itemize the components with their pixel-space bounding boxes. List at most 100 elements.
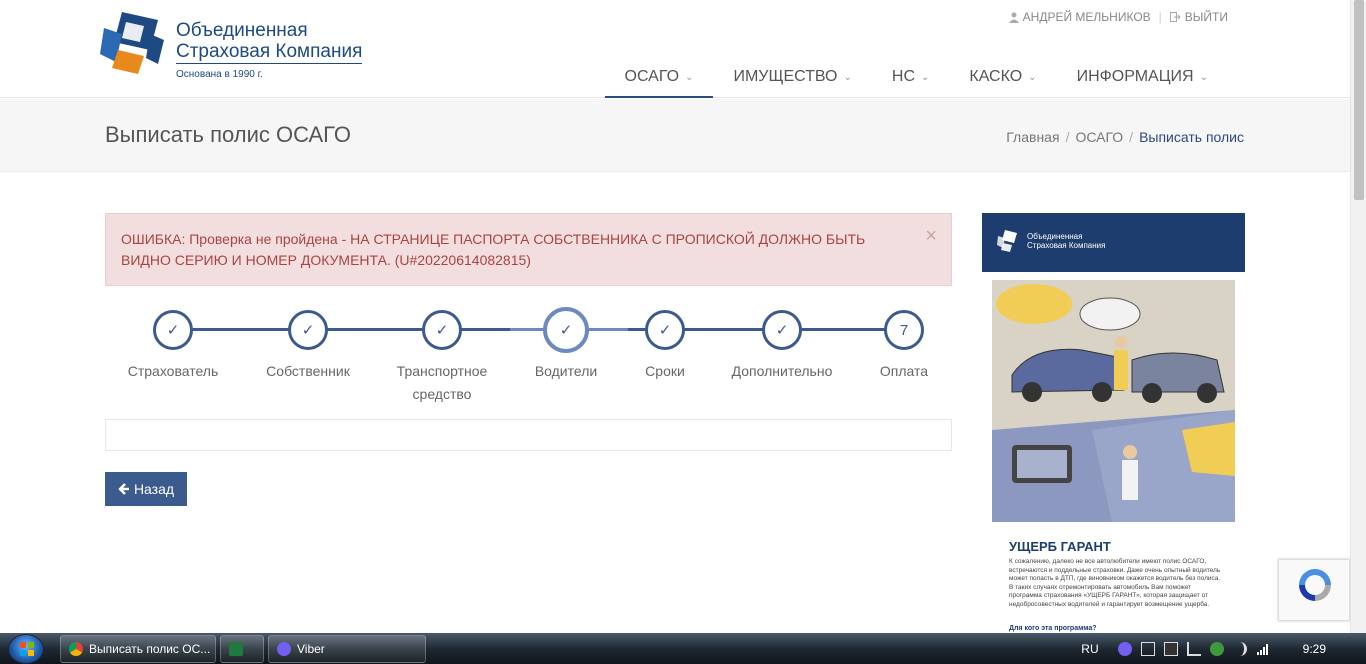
step-label: Транспортное средство xyxy=(396,363,488,402)
step-vehicle[interactable]: ✓ Транспортное средство xyxy=(377,308,507,406)
ad-logo-text: Объединенная Страховая Компания xyxy=(1027,232,1105,250)
back-button-label: Назад xyxy=(133,481,175,497)
breadcrumb-home[interactable]: Главная xyxy=(1006,129,1059,145)
recaptcha-badge[interactable] xyxy=(1278,559,1350,621)
excel-icon xyxy=(229,642,243,656)
arrow-left-icon xyxy=(118,483,129,495)
close-icon[interactable]: × xyxy=(925,226,937,247)
network-icon[interactable] xyxy=(1209,641,1224,656)
viber-tray-icon[interactable] xyxy=(1117,641,1132,656)
logo-underline xyxy=(176,63,362,64)
check-icon: ✓ xyxy=(762,310,802,350)
nav-item-osago[interactable]: ОСАГО ⌄ xyxy=(604,60,714,98)
page-title: Выписать полис ОСАГО xyxy=(105,122,351,147)
page-title-bar: Выписать полис ОСАГО Главная / ОСАГО / В… xyxy=(0,99,1350,172)
taskbar-item-viber[interactable]: Viber xyxy=(268,635,426,663)
step-payment[interactable]: 7 Оплата xyxy=(839,308,969,383)
breadcrumb-section[interactable]: ОСАГО xyxy=(1075,129,1123,145)
logo-founded: Основана в 1990 г. xyxy=(176,69,263,80)
logo-line-1: Объединенная xyxy=(176,20,308,41)
page-scrollbar[interactable] xyxy=(1350,0,1366,633)
step-additional[interactable]: ✓ Дополнительно xyxy=(717,308,847,383)
nav-item-property[interactable]: ИМУЩЕСТВО ⌄ xyxy=(713,60,871,98)
ad-link[interactable]: Для кого эта программа? xyxy=(1009,625,1097,632)
check-icon: ✓ xyxy=(153,310,193,350)
step-owner[interactable]: ✓ Собственник xyxy=(243,308,373,383)
nav-item-label: НС xyxy=(891,68,915,85)
logout-label: ВЫЙТИ xyxy=(1184,10,1228,24)
system-tray: RU 9:29 xyxy=(1081,633,1366,664)
viber-icon xyxy=(277,642,291,656)
error-alert: ОШИБКА: Проверка не пройдена - НА СТРАНИ… xyxy=(105,213,952,286)
user-bar: АНДРЕЙ МЕЛЬНИКОВ | ВЫЙТИ xyxy=(1008,10,1228,24)
windows-logo-icon xyxy=(20,642,34,656)
logo-cube-icon xyxy=(997,230,1017,252)
chevron-down-icon: ⌄ xyxy=(1199,72,1208,83)
step-label: Сроки xyxy=(645,363,685,379)
chevron-down-icon: ⌄ xyxy=(921,72,930,83)
breadcrumb-separator: / xyxy=(1065,129,1070,145)
logo-cube-icon xyxy=(100,12,164,74)
sidebar-ad[interactable]: Объединенная Страховая Компания УЩЕРБ ГА… xyxy=(982,213,1245,633)
user-name: АНДРЕЙ МЕЛЬНИКОВ xyxy=(1022,10,1151,24)
nav-item-label: ИМУЩЕСТВО xyxy=(733,68,838,85)
start-button[interactable] xyxy=(8,634,44,664)
logout-icon xyxy=(1169,12,1181,22)
nav-item-label: ОСАГО xyxy=(624,68,680,85)
ad-logo-line-1: Объединенная xyxy=(1027,232,1083,241)
step-label: Страхователь xyxy=(127,363,219,379)
breadcrumb: Главная / ОСАГО / Выписать полис xyxy=(1006,129,1244,145)
main-nav: ОСАГО ⌄ ИМУЩЕСТВО ⌄ НС ⌄ КАСКО ⌄ ИНФОРМА… xyxy=(604,60,1228,98)
form-panel xyxy=(105,419,952,451)
chrome-icon xyxy=(69,642,83,656)
clipboard-icon[interactable] xyxy=(1140,641,1155,656)
chevron-down-icon: ⌄ xyxy=(685,72,694,83)
check-icon: ✓ xyxy=(288,310,328,350)
step-terms[interactable]: ✓ Сроки xyxy=(600,308,730,383)
step-insurer[interactable]: ✓ Страхователь xyxy=(108,308,238,383)
wizard-steps: ✓ Страхователь ✓ Собственник ✓ Транспорт… xyxy=(105,307,952,408)
back-button[interactable]: Назад xyxy=(105,472,187,506)
nav-item-kasko[interactable]: КАСКО ⌄ xyxy=(949,60,1056,98)
scrollbar-thumb[interactable] xyxy=(1354,0,1364,200)
site-header: Объединенная Страховая Компания Основана… xyxy=(0,0,1350,98)
logout-link[interactable]: ВЫЙТИ xyxy=(1169,10,1228,24)
logo-line-2: Страховая Компания xyxy=(176,41,363,62)
check-icon: ✓ xyxy=(422,310,462,350)
company-logo[interactable]: Объединенная Страховая Компания Основана… xyxy=(100,10,370,80)
ad-logo-line-2: Страховая Компания xyxy=(1027,241,1106,250)
check-icon: ✓ xyxy=(645,310,685,350)
nav-item-label: КАСКО xyxy=(969,68,1023,85)
ad-illustration xyxy=(992,280,1235,522)
user-icon xyxy=(1008,12,1019,23)
taskbar-item-excel[interactable] xyxy=(220,635,264,663)
error-alert-text: ОШИБКА: Проверка не пройдена - НА СТРАНИ… xyxy=(121,231,866,268)
ad-text: К сожалению, далеко не все автолюбители … xyxy=(1009,558,1221,608)
windows-taskbar: Выписать полис ОС... Viber RU 9:29 xyxy=(0,633,1366,664)
taskbar-item-chrome[interactable]: Выписать полис ОС... xyxy=(60,635,216,663)
language-indicator[interactable]: RU xyxy=(1081,642,1098,656)
nav-item-ns[interactable]: НС ⌄ xyxy=(872,60,950,98)
breadcrumb-separator: / xyxy=(1129,129,1134,145)
flag-icon[interactable] xyxy=(1186,641,1201,656)
nav-item-info[interactable]: ИНФОРМАЦИЯ ⌄ xyxy=(1057,60,1228,98)
step-label: Собственник xyxy=(266,363,350,379)
step-number: 7 xyxy=(884,310,924,350)
ad-title: УЩЕРБ ГАРАНТ xyxy=(1009,539,1111,554)
check-icon: ✓ xyxy=(543,307,589,353)
recaptcha-icon xyxy=(1299,569,1331,601)
nav-item-label: ИНФОРМАЦИЯ xyxy=(1076,68,1194,85)
monitor-icon[interactable] xyxy=(1163,641,1178,656)
volume-icon[interactable] xyxy=(1233,641,1247,656)
clock[interactable]: 9:29 xyxy=(1303,642,1326,656)
user-link[interactable]: АНДРЕЙ МЕЛЬНИКОВ xyxy=(1008,10,1151,24)
logo-text: Объединенная Страховая Компания Основана… xyxy=(176,20,362,82)
taskbar-item-label: Выписать полис ОС... xyxy=(89,642,211,656)
userbar-separator: | xyxy=(1158,10,1162,24)
ad-header: Объединенная Страховая Компания xyxy=(982,213,1245,272)
chevron-down-icon: ⌄ xyxy=(843,72,852,83)
signal-icon[interactable] xyxy=(1256,642,1270,656)
step-label: Дополнительно xyxy=(731,363,833,379)
taskbar-item-label: Viber xyxy=(297,642,325,656)
step-label: Оплата xyxy=(879,363,929,379)
